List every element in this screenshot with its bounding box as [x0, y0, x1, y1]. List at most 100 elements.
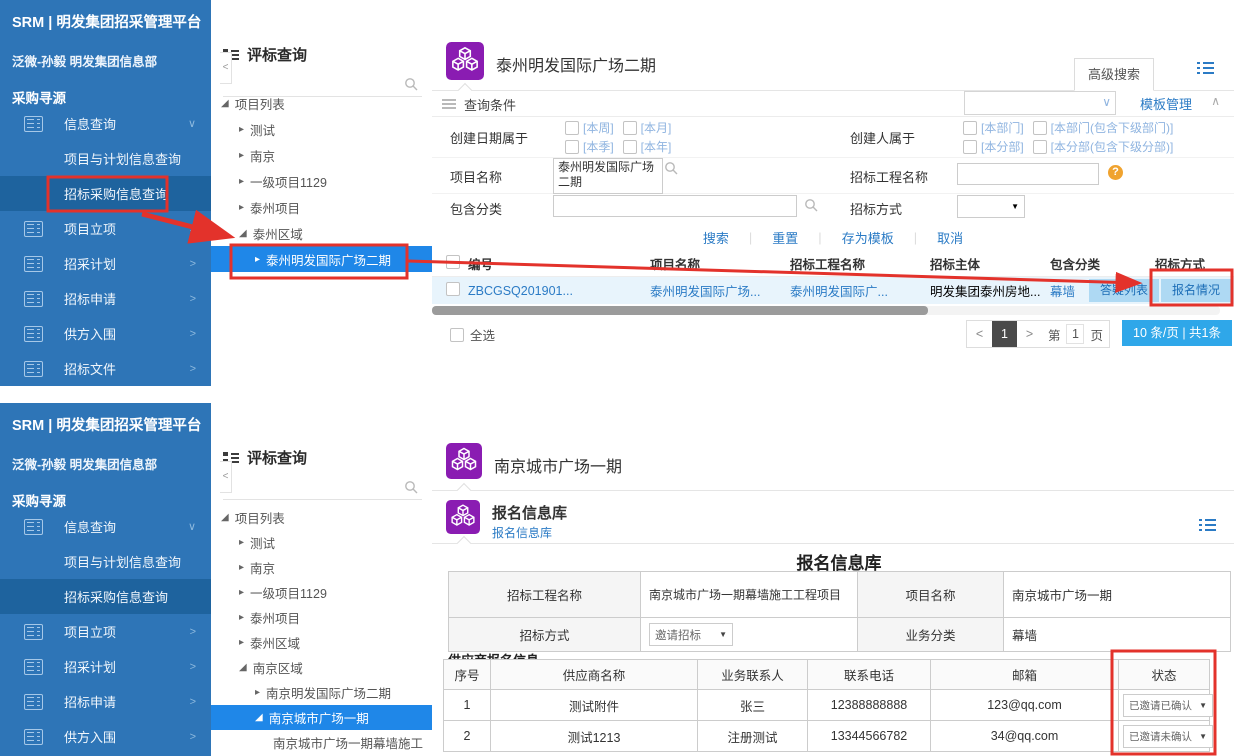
status-select[interactable]: 已邀请未确认▼ [1123, 725, 1213, 748]
tree-collapsed-icon[interactable]: ▸ [239, 612, 244, 623]
header-bid-project-name[interactable]: 招标工程名称 [790, 254, 930, 273]
tree-expanded-icon[interactable]: ◢ [239, 228, 247, 239]
header-bid-method[interactable]: 招标方式 [1155, 254, 1234, 273]
own-branch-checkbox[interactable] [963, 140, 977, 154]
own-branch-sub-checkbox[interactable] [1033, 140, 1047, 154]
header-checkbox[interactable] [446, 255, 460, 269]
bid-method-select[interactable]: ▼ [957, 195, 1025, 218]
tree-item-nanjing-region[interactable]: ◢南京区域 [211, 655, 432, 680]
this-month-checkbox[interactable] [623, 121, 637, 135]
this-year-checkbox[interactable] [623, 140, 637, 154]
category-input[interactable] [553, 195, 797, 217]
this-quarter-option[interactable]: [本季] [583, 138, 614, 155]
tree-item-taizhou-region[interactable]: ◢泰州区域 [211, 220, 432, 246]
page-jump-input[interactable]: 1 [1066, 324, 1084, 344]
tree-item-project-list[interactable]: ◢项目列表 [211, 505, 432, 530]
row-project-link[interactable]: 泰州明发国际广场... [650, 285, 760, 299]
tree-item-test[interactable]: ▸测试 [211, 530, 432, 555]
tree-collapsed-icon[interactable]: ▸ [239, 150, 244, 161]
header-category[interactable]: 包含分类 [1050, 254, 1155, 273]
sidebar-item-bid-procurement-info-query[interactable]: 招标采购信息查询 [0, 579, 211, 614]
select-all-checkbox[interactable] [450, 328, 464, 342]
this-year-option[interactable]: [本年] [641, 138, 672, 155]
scrollbar-thumb[interactable] [432, 306, 928, 315]
row-code-link[interactable]: ZBCGSQ201901... [468, 284, 573, 298]
bid-project-name-input[interactable] [957, 163, 1099, 185]
cancel-button[interactable]: 取消 [937, 228, 963, 247]
reset-button[interactable]: 重置 [772, 228, 798, 247]
header-code[interactable]: 编号 [468, 254, 650, 273]
list-view-icon[interactable] [1197, 62, 1214, 74]
tree-collapsed-icon[interactable]: ▸ [239, 537, 244, 548]
list-view-icon[interactable] [1199, 519, 1216, 531]
prev-page-button[interactable]: < [967, 327, 992, 341]
panel-collapse-handle[interactable]: < [220, 52, 232, 84]
save-as-template-button[interactable]: 存为模板 [842, 228, 894, 247]
template-select[interactable]: ∨ [964, 91, 1116, 115]
registration-status-button[interactable]: 报名情况 [1161, 279, 1231, 302]
status-select[interactable]: 已邀请已确认▼ [1123, 694, 1213, 717]
this-week-option[interactable]: [本周] [583, 119, 614, 136]
this-week-checkbox[interactable] [565, 121, 579, 135]
this-month-option[interactable]: [本月] [641, 119, 672, 136]
tree-collapsed-icon[interactable]: ▸ [239, 124, 244, 135]
tree-item-taizhou-region[interactable]: ▸泰州区域 [211, 630, 432, 655]
horizontal-scrollbar[interactable] [432, 306, 1220, 315]
tree-item-nanjing-mingfa-plaza-phase2[interactable]: ▸南京明发国际广场二期 [211, 680, 432, 705]
bid-method-select[interactable]: 邀请招标▼ [649, 623, 733, 646]
sidebar-item-supplier-shortlist[interactable]: 供方入围 > [0, 316, 211, 351]
panel-collapse-handle[interactable]: < [220, 461, 232, 493]
tree-collapsed-icon[interactable]: ▸ [239, 202, 244, 213]
tree-item-level1-project-1129[interactable]: ▸一级项目1129 [211, 168, 432, 194]
tree-expanded-icon[interactable]: ◢ [255, 712, 263, 723]
collapse-up-icon[interactable]: ∧ [1211, 94, 1220, 108]
sidebar-item-procurement-plan[interactable]: 招采计划 > [0, 246, 211, 281]
project-name-input[interactable]: 泰州明发国际广场二期 [553, 158, 663, 194]
tree-collapsed-icon[interactable]: ▸ [239, 637, 244, 648]
tree-item-project-list[interactable]: ◢项目列表 [211, 90, 432, 116]
tree-item-taizhou-project[interactable]: ▸泰州项目 [211, 605, 432, 630]
section-tab-link[interactable]: 报名信息库 [492, 524, 552, 541]
sidebar-item-bid-application[interactable]: 招标申请 > [0, 684, 211, 719]
sidebar-item-project-initiation[interactable]: 项目立项 > [0, 614, 211, 649]
this-quarter-checkbox[interactable] [565, 140, 579, 154]
sidebar-item-project-plan-info-query[interactable]: 项目与计划信息查询 [0, 141, 211, 176]
sidebar-item-bid-application[interactable]: 招标申请 > [0, 281, 211, 316]
tree-collapsed-icon[interactable]: ▸ [255, 254, 260, 265]
sidebar-item-info-query[interactable]: 信息查询 ∨ [0, 106, 211, 141]
tree-expanded-icon[interactable]: ◢ [239, 662, 247, 673]
tree-collapsed-icon[interactable]: ▸ [239, 176, 244, 187]
header-bid-entity[interactable]: 招标主体 [930, 254, 1050, 273]
own-branch-sub-option[interactable]: [本分部(包含下级分部)] [1051, 138, 1174, 155]
page-size-info[interactable]: 10 条/页 | 共1条 [1122, 320, 1232, 346]
tree-collapsed-icon[interactable]: ▸ [255, 687, 260, 698]
search-button[interactable]: 搜索 [703, 228, 729, 247]
table-row[interactable]: ZBCGSQ201901... 泰州明发国际广场... 泰州明发国际广... 明… [432, 277, 1234, 304]
tree-search-input[interactable] [223, 475, 422, 500]
search-icon[interactable] [804, 198, 818, 212]
row-checkbox[interactable] [446, 282, 460, 296]
search-icon[interactable] [404, 480, 418, 494]
tree-item-nanjing[interactable]: ▸南京 [211, 142, 432, 168]
search-icon[interactable] [404, 77, 418, 91]
tree-item-nanjing-city-plaza-phase1[interactable]: ◢南京城市广场一期 [211, 705, 432, 730]
next-page-button[interactable]: > [1017, 327, 1042, 341]
sidebar-item-supplier-shortlist[interactable]: 供方入围 > [0, 719, 211, 754]
sidebar-item-project-plan-info-query[interactable]: 项目与计划信息查询 [0, 544, 211, 579]
template-manage-link[interactable]: 模板管理 [1140, 94, 1192, 113]
tree-expanded-icon[interactable]: ◢ [221, 98, 229, 109]
qa-list-button[interactable]: 答疑列表 [1089, 279, 1159, 302]
own-dept-sub-checkbox[interactable] [1033, 121, 1047, 135]
tree-item-taizhou-project[interactable]: ▸泰州项目 [211, 194, 432, 220]
tree-item-nanjing[interactable]: ▸南京 [211, 555, 432, 580]
own-branch-option[interactable]: [本分部] [981, 138, 1024, 155]
sidebar-item-procurement-plan[interactable]: 招采计划 > [0, 649, 211, 684]
tree-collapsed-icon[interactable]: ▸ [239, 587, 244, 598]
sidebar-item-bid-documents[interactable]: 招标文件 > [0, 351, 211, 386]
tree-item-taizhou-mingfa-plaza-phase2[interactable]: ▸泰州明发国际广场二期 [211, 246, 432, 272]
header-project-name[interactable]: 项目名称 [650, 254, 790, 273]
search-icon[interactable] [664, 161, 678, 175]
help-icon[interactable]: ? [1108, 165, 1123, 180]
tree-expanded-icon[interactable]: ◢ [221, 512, 229, 523]
own-dept-checkbox[interactable] [963, 121, 977, 135]
